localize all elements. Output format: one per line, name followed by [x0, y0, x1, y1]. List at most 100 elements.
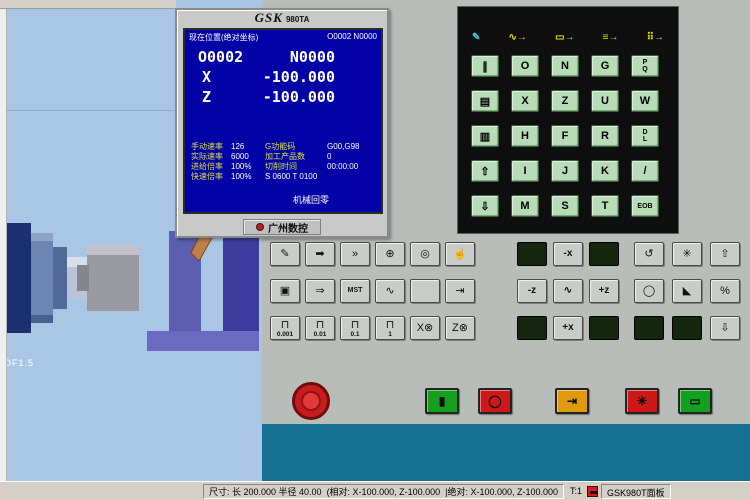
key-U[interactable]: U — [591, 90, 619, 112]
feed-hold-button[interactable]: ◯ — [478, 388, 512, 414]
overtravel-release-button[interactable]: ⇥ — [555, 388, 589, 414]
machine-zero-key[interactable]: ⊕ — [375, 242, 405, 266]
step-0001-key[interactable]: ⊓0.001 — [270, 316, 300, 340]
key-F[interactable]: F — [551, 125, 579, 147]
single-block-key[interactable]: ▣ — [270, 279, 300, 303]
reset-key[interactable]: ∥ — [471, 55, 499, 77]
spindle-stop-key-icon: ◯ — [643, 285, 655, 297]
plus-z-key[interactable]: +z — [589, 279, 619, 303]
key-EOB[interactable]: EOB — [631, 195, 659, 217]
vendor-logo-bar: 广州数控 — [243, 219, 321, 235]
minus-x-key[interactable]: -x — [553, 242, 583, 266]
sim-overlay-label: OF1.5 — [4, 358, 34, 368]
key-K[interactable]: K — [591, 160, 619, 182]
cursor-down-key[interactable]: ⇩ — [471, 195, 499, 217]
x-axis-value: -100.000 — [263, 68, 335, 86]
rapid-override-up-key[interactable]: ⇧ — [710, 242, 740, 266]
rapid-override-down-key-icon: ⇩ — [720, 322, 729, 334]
rapid-key[interactable]: ∿ — [553, 279, 583, 303]
status-value: 100% — [231, 162, 265, 172]
key-G[interactable]: G — [591, 55, 619, 77]
jog-key[interactable]: » — [340, 242, 370, 266]
step-001-key[interactable]: ⊓0.01 — [305, 316, 335, 340]
auto-key[interactable]: ➡ — [305, 242, 335, 266]
plus-x-key[interactable]: +x — [553, 316, 583, 340]
coolant-button-icon: ✳ — [637, 394, 647, 408]
key-slash[interactable]: / — [631, 160, 659, 182]
spindle-ccw-key[interactable]: ↺ — [634, 242, 664, 266]
cycle-start-button[interactable]: ▮ — [425, 388, 459, 414]
key-D-L[interactable]: D L — [631, 125, 659, 147]
step-0001-key-icon: ⊓ — [281, 319, 290, 331]
step-0001-key-label: 0.001 — [277, 331, 293, 338]
block-skip-key[interactable]: ⇒ — [305, 279, 335, 303]
status-label: 实际速率 — [191, 152, 231, 162]
key-I[interactable]: I — [511, 160, 539, 182]
input-key[interactable]: ▤ — [471, 90, 499, 112]
spindle-key-group: ↺ ✳ ⇧ ◯ ◣% ⇩ — [634, 242, 740, 340]
crt-brand-logo: GSK — [255, 10, 283, 26]
key-M[interactable]: M — [511, 195, 539, 217]
lubrication-button[interactable]: ▭ — [678, 388, 712, 414]
cursor-up-key[interactable]: ⇧ — [471, 160, 499, 182]
crt-model-label: 980TA — [286, 15, 309, 24]
key-Z[interactable]: Z — [551, 90, 579, 112]
mdi-mode-icon: ▭→ — [555, 32, 574, 43]
status-label: 切削时间 — [265, 162, 327, 172]
key-J[interactable]: J — [551, 160, 579, 182]
status-value: 6000 — [231, 152, 265, 162]
status-bar: 尺寸: 长 200.000 半径 40.00 (相对: X-100.000, Z… — [0, 481, 750, 500]
mst-lock-key[interactable]: MST — [340, 279, 370, 303]
feed-override-key[interactable]: % — [710, 279, 740, 303]
dry-run-key[interactable]: ⇥ — [445, 279, 475, 303]
feed-hold-button-icon: ◯ — [488, 394, 501, 408]
step-01-key-icon: ⊓ — [351, 319, 360, 331]
minus-z-key-icon: -z — [528, 285, 536, 297]
minus-z-key[interactable]: -z — [517, 279, 547, 303]
machine-lock-key[interactable]: ∿ — [375, 279, 405, 303]
x-axis-select-key[interactable]: X⊗ — [410, 316, 440, 340]
blank-cover-key — [634, 316, 664, 340]
crt-display-window: GSK 980TA 现在位置(绝对坐标) O0002 N0000 O0002 N… — [175, 8, 389, 238]
status-value: 126 — [231, 142, 265, 152]
dimension-readout: 尺寸: 长 200.000 半径 40.00 — [209, 485, 322, 498]
coolant-button[interactable]: ✳ — [625, 388, 659, 414]
coolant-key[interactable]: ✳ — [672, 242, 702, 266]
key-H[interactable]: H — [511, 125, 539, 147]
key-N[interactable]: N — [551, 55, 579, 77]
emergency-stop-button[interactable] — [292, 382, 330, 420]
key-P-Q[interactable]: P Q — [631, 55, 659, 77]
absolute-coord-readout: |绝对: X-100.000, Z-100.000 — [445, 485, 558, 498]
key-R[interactable]: R — [591, 125, 619, 147]
key-S[interactable]: S — [551, 195, 579, 217]
block-skip-key-icon: ⇒ — [315, 285, 324, 297]
spindle-stop-key[interactable]: ◯ — [634, 279, 664, 303]
crt-title-bar[interactable]: GSK 980TA — [177, 10, 387, 26]
program-sequence-header: O0002 N0000 — [327, 32, 377, 43]
crt-screen: 现在位置(绝对坐标) O0002 N0000 O0002 N0000 X -10… — [183, 28, 383, 214]
step-01-key[interactable]: ⊓0.1 — [340, 316, 370, 340]
coordinate-readout: 尺寸: 长 200.000 半径 40.00 (相对: X-100.000, Z… — [203, 484, 564, 499]
blank-cover-key — [517, 316, 547, 340]
rapid-key-icon: ∿ — [564, 285, 572, 297]
machine-lock-key-icon: ∿ — [385, 285, 394, 297]
rapid-override-down-key[interactable]: ⇩ — [710, 316, 740, 340]
single-block-key-icon: ▣ — [280, 285, 290, 297]
auto-mode-icon: ∿→ — [509, 32, 527, 43]
lubrication-button-icon: ▭ — [689, 394, 700, 408]
blank-key[interactable] — [410, 279, 440, 303]
single-step-key[interactable]: ◎ — [410, 242, 440, 266]
z-axis-select-key[interactable]: Z⊗ — [445, 316, 475, 340]
tool-change-key[interactable]: ◣ — [672, 279, 702, 303]
x-axis-select-key-icon: X⊗ — [417, 322, 434, 334]
output-key[interactable]: ▥ — [471, 125, 499, 147]
step-1-key[interactable]: ⊓1 — [375, 316, 405, 340]
key-X[interactable]: X — [511, 90, 539, 112]
key-T[interactable]: T — [591, 195, 619, 217]
edit-key[interactable]: ✎ — [270, 242, 300, 266]
key-W[interactable]: W — [631, 90, 659, 112]
handwheel-key[interactable]: ☝ — [445, 242, 475, 266]
key-O[interactable]: O — [511, 55, 539, 77]
status-label: G功能码 — [265, 142, 327, 152]
blank-cover-key — [517, 242, 547, 266]
